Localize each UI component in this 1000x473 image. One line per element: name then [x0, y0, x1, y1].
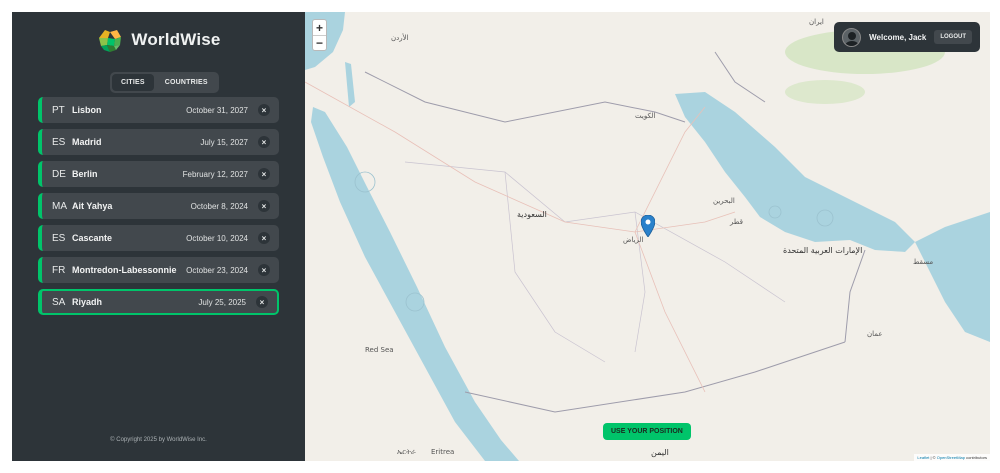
country-code: DE [52, 168, 66, 180]
map-label-red-sea: Red Sea [365, 346, 394, 354]
zoom-out-button[interactable]: − [313, 35, 326, 50]
map-label-kuwait: الكويت [635, 112, 656, 120]
city-item-madrid[interactable]: ES Madrid July 15, 2027 × [38, 129, 279, 155]
welcome-text: Welcome, Jack [869, 32, 927, 42]
avatar [842, 27, 862, 47]
delete-city-button[interactable]: × [258, 104, 270, 116]
city-date: October 10, 2024 [186, 233, 248, 243]
delete-city-button[interactable]: × [256, 296, 268, 308]
city-item-riyadh[interactable]: SA Riyadh July 25, 2025 × [38, 289, 279, 315]
city-name: Ait Yahya [72, 201, 113, 211]
city-item-montredon-labessonnie[interactable]: FR Montredon-Labessonnie October 23, 202… [38, 257, 279, 283]
country-code: MA [52, 200, 67, 212]
city-name: Riyadh [72, 297, 103, 307]
logout-button[interactable]: LOGOUT [934, 30, 972, 44]
city-name: Lisbon [72, 105, 102, 115]
city-date: July 15, 2027 [200, 137, 248, 147]
city-item-ait-yahya[interactable]: MA Ait Yahya October 8, 2024 × [38, 193, 279, 219]
city-item-berlin[interactable]: DE Berlin February 12, 2027 × [38, 161, 279, 187]
delete-city-button[interactable]: × [258, 200, 270, 212]
logo-text: WorldWise [131, 30, 221, 49]
tab-cities[interactable]: CITIES [112, 74, 154, 91]
delete-city-button[interactable]: × [258, 264, 270, 276]
country-code: ES [52, 136, 66, 148]
map-attribution: Leaflet | © OpenStreetMap contributors [914, 454, 990, 461]
map-label-iran: ایران [809, 18, 824, 26]
map-marker-icon[interactable] [641, 215, 655, 237]
copyright: © Copyright 2025 by WorldWise Inc. [110, 437, 207, 443]
city-date: October 23, 2024 [186, 265, 248, 275]
attribution-separator: | © [929, 455, 937, 460]
country-code: FR [52, 264, 66, 276]
map[interactable]: السعودية الرياض الكويت البحرين قطر الإما… [305, 12, 990, 461]
leaflet-link[interactable]: Leaflet [917, 455, 929, 460]
city-name: Madrid [72, 137, 102, 147]
country-code: ES [52, 232, 66, 244]
map-label-jordan: الأردن [391, 34, 409, 42]
logo[interactable]: WorldWise [12, 26, 305, 54]
city-item-cascante[interactable]: ES Cascante October 10, 2024 × [38, 225, 279, 251]
city-name: Cascante [72, 233, 113, 243]
tab-countries[interactable]: COUNTRIES [156, 74, 217, 91]
map-label-muscat: مسقط [913, 258, 934, 266]
map-label-bahrain: البحرين [713, 197, 735, 205]
map-label-eritrea-local: ኤርትራ [397, 448, 416, 456]
app: WorldWise CITIES COUNTRIES PT Lisbon Oct… [12, 12, 990, 461]
osm-link[interactable]: OpenStreetMap [937, 455, 965, 460]
sidebar: WorldWise CITIES COUNTRIES PT Lisbon Oct… [12, 12, 305, 461]
zoom-control: + − [312, 19, 327, 51]
map-label-qatar: قطر [730, 218, 743, 226]
zoom-in-button[interactable]: + [313, 20, 326, 35]
map-label-saudi: السعودية [517, 210, 547, 219]
city-date: February 12, 2027 [182, 169, 248, 179]
city-date: July 25, 2025 [198, 297, 246, 307]
delete-city-button[interactable]: × [258, 168, 270, 180]
city-name: Berlin [72, 169, 98, 179]
use-position-button[interactable]: USE YOUR POSITION [603, 423, 691, 440]
city-list: PT Lisbon October 31, 2027 × ES Madrid J… [38, 97, 279, 321]
map-label-eritrea: Eritrea [431, 448, 455, 456]
map-label-riyadh: الرياض [623, 236, 644, 244]
user-panel: Welcome, Jack LOGOUT [834, 22, 980, 52]
delete-city-button[interactable]: × [258, 232, 270, 244]
city-date: October 31, 2027 [186, 105, 248, 115]
globe-logo-icon [98, 28, 123, 52]
map-label-yemen: اليمن [651, 448, 669, 457]
map-label-uae: الإمارات العربية المتحدة [783, 246, 863, 255]
map-label-oman: عمان [867, 330, 883, 338]
country-code: PT [52, 104, 65, 116]
country-code: SA [52, 296, 66, 308]
delete-city-button[interactable]: × [258, 136, 270, 148]
attribution-tail: contributors [964, 455, 987, 460]
tab-bar: CITIES COUNTRIES [110, 72, 219, 93]
city-name: Montredon-Labessonnie [72, 265, 177, 275]
city-item-lisbon[interactable]: PT Lisbon October 31, 2027 × [38, 97, 279, 123]
city-date: October 8, 2024 [190, 201, 248, 211]
